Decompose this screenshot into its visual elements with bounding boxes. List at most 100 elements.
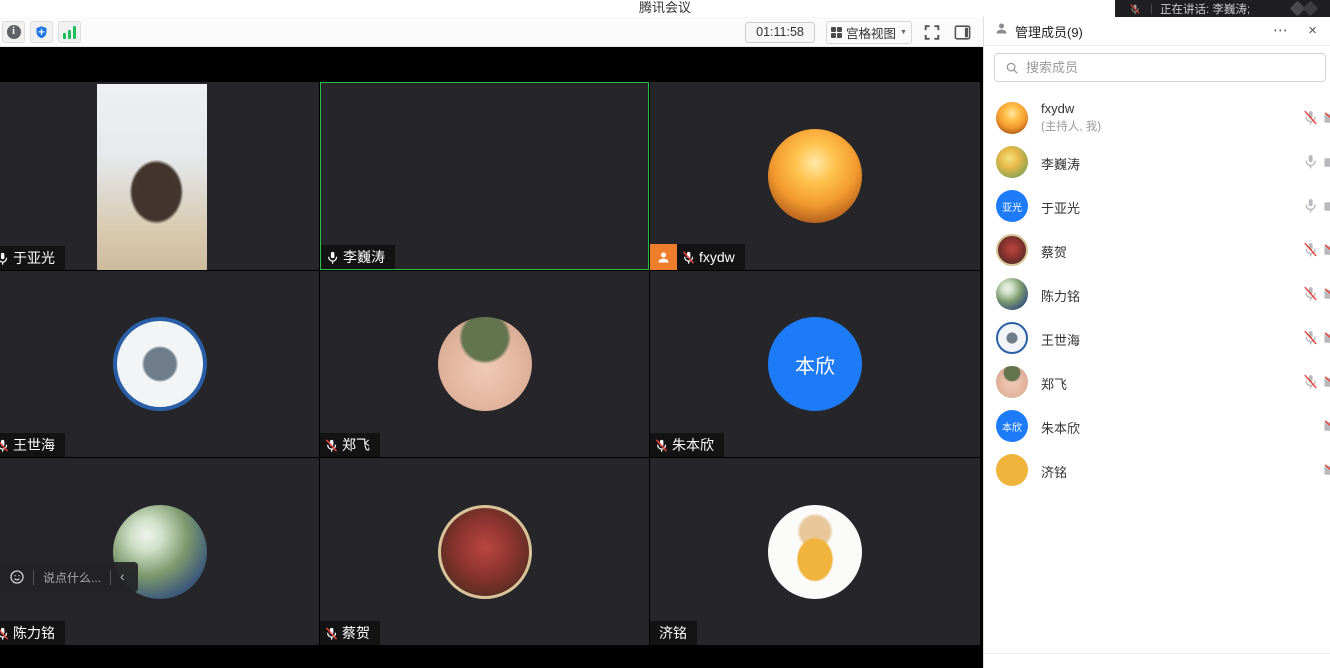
- video-feed: [97, 84, 207, 270]
- avatar: 本欣: [768, 317, 862, 411]
- camera-off-icon[interactable]: [1323, 462, 1330, 484]
- mic-muted-icon[interactable]: [1302, 285, 1319, 307]
- member-row-chenliming[interactable]: 陈力铭: [984, 272, 1330, 316]
- side-panel-toggle-button[interactable]: [953, 23, 973, 42]
- member-row-caihe[interactable]: 蔡贺: [984, 228, 1330, 272]
- mic-muted-icon[interactable]: [1302, 241, 1319, 263]
- security-shield-button[interactable]: [30, 21, 53, 43]
- fullscreen-icon: [922, 23, 942, 42]
- search-icon: [1005, 61, 1019, 75]
- member-row-liweitao[interactable]: 李巍涛: [984, 140, 1330, 184]
- mic-on-icon[interactable]: [1302, 153, 1319, 175]
- member-search-box[interactable]: [994, 53, 1326, 82]
- tile-name-label: fxydw: [650, 244, 745, 270]
- meeting-logo-icon: [1288, 2, 1322, 16]
- video-feed: [432, 85, 538, 269]
- camera-off-icon[interactable]: [1323, 286, 1330, 308]
- member-panel-header: 管理成员(9) ⋯ ×: [984, 17, 1330, 46]
- chevron-down-icon: ▼: [900, 29, 907, 36]
- signal-bars-icon: [63, 26, 76, 39]
- video-tile-liweitao-speaking[interactable]: 李巍涛: [320, 82, 649, 270]
- avatar: [996, 146, 1028, 178]
- divider: [984, 653, 1330, 654]
- video-tile-yuyaguang[interactable]: 于亚光: [0, 82, 319, 270]
- shield-icon: [34, 25, 49, 40]
- mic-muted-icon[interactable]: [1302, 373, 1319, 395]
- camera-off-icon[interactable]: [1323, 110, 1330, 132]
- video-grid: 于亚光 李巍涛 fxydw 王世海: [0, 47, 983, 668]
- more-options-icon[interactable]: ⋯: [1273, 17, 1289, 46]
- avatar: [438, 505, 532, 599]
- camera-off-icon[interactable]: [1323, 242, 1330, 264]
- avatar: [438, 317, 532, 411]
- camera-off-icon[interactable]: [1323, 330, 1330, 352]
- tile-name-label: 蔡贺: [320, 621, 380, 645]
- video-tile-fxydw[interactable]: fxydw: [650, 82, 980, 270]
- mic-on-icon[interactable]: [1302, 197, 1319, 219]
- camera-on-icon[interactable]: [1323, 154, 1330, 176]
- members-icon: [994, 21, 1009, 41]
- member-panel: 管理成员(9) ⋯ × fxydw (主持人, 我) 李巍涛 亚光 于亚光: [983, 17, 1330, 668]
- avatar: 本欣: [996, 410, 1028, 442]
- member-search-input[interactable]: [1026, 60, 1266, 75]
- camera-off-icon[interactable]: [1323, 374, 1330, 396]
- view-mode-label: 宫格视图: [846, 23, 896, 42]
- member-row-jiming[interactable]: 济铭: [984, 448, 1330, 492]
- mic-on-icon: [0, 251, 10, 266]
- member-row-wangshihai[interactable]: 王世海: [984, 316, 1330, 360]
- side-panel-icon: [953, 23, 972, 42]
- member-row-zhengfei[interactable]: 郑飞: [984, 360, 1330, 404]
- tile-name-label: 王世海: [0, 433, 65, 457]
- tile-name-label: 于亚光: [0, 246, 65, 270]
- mic-muted-icon: [654, 438, 669, 453]
- host-badge-icon: [650, 244, 677, 270]
- chat-input-placeholder[interactable]: 说点什么...: [34, 569, 110, 586]
- tile-name-label: 济铭: [650, 621, 697, 645]
- mic-on-icon: [325, 250, 340, 265]
- video-tile-zhubenxin[interactable]: 本欣 朱本欣: [650, 271, 980, 457]
- mic-muted-icon: [324, 438, 339, 453]
- grid-view-icon: [831, 27, 842, 38]
- mic-muted-icon[interactable]: [1302, 329, 1319, 351]
- close-icon[interactable]: ×: [1308, 17, 1317, 46]
- video-tile-chenliming[interactable]: 陈力铭: [0, 458, 319, 645]
- speaking-label: 正在讲话: 李巍涛;: [1160, 1, 1250, 17]
- avatar: [996, 234, 1028, 266]
- member-row-zhubenxin[interactable]: 本欣 朱本欣: [984, 404, 1330, 448]
- member-row-fxydw[interactable]: fxydw (主持人, 我): [984, 96, 1330, 140]
- video-tile-jiming[interactable]: 济铭: [650, 458, 980, 645]
- mic-muted-icon: [0, 438, 10, 453]
- member-role: (主持人, 我): [1041, 118, 1101, 134]
- video-tile-zhengfei[interactable]: 郑飞: [320, 271, 649, 457]
- camera-on-icon[interactable]: [1323, 198, 1330, 220]
- chat-quick-bar[interactable]: 说点什么... ‹: [0, 562, 138, 592]
- info-icon: i: [7, 25, 21, 39]
- avatar: [113, 317, 207, 411]
- network-signal-button[interactable]: [58, 21, 81, 43]
- emoji-icon[interactable]: [9, 569, 25, 585]
- mic-muted-icon: [1129, 3, 1141, 15]
- avatar: [996, 454, 1028, 486]
- video-tile-caihe[interactable]: 蔡贺: [320, 458, 649, 645]
- member-panel-title: 管理成员(9): [1015, 22, 1083, 41]
- avatar: [996, 278, 1028, 310]
- video-tile-wangshihai[interactable]: 王世海: [0, 271, 319, 457]
- avatar: 亚光: [996, 190, 1028, 222]
- tile-name-label: 陈力铭: [0, 621, 65, 645]
- tile-name-label: 朱本欣: [650, 433, 724, 457]
- mic-muted-icon: [324, 626, 339, 641]
- avatar: [996, 102, 1028, 134]
- avatar: [996, 322, 1028, 354]
- meeting-info-button[interactable]: i: [2, 21, 25, 43]
- member-row-yuyaguang[interactable]: 亚光 于亚光: [984, 184, 1330, 228]
- avatar: [996, 366, 1028, 398]
- tile-name-label: 郑飞: [320, 433, 380, 457]
- camera-off-icon[interactable]: [1323, 418, 1330, 440]
- view-mode-button[interactable]: 宫格视图 ▼: [826, 21, 912, 44]
- mic-muted-icon[interactable]: [1302, 109, 1319, 131]
- avatar: [768, 129, 862, 223]
- collapse-chevron-icon[interactable]: ‹: [111, 568, 133, 586]
- meeting-timer: 01:11:58: [745, 22, 815, 43]
- fullscreen-button[interactable]: [922, 23, 943, 42]
- tile-name-label: 李巍涛: [321, 245, 395, 269]
